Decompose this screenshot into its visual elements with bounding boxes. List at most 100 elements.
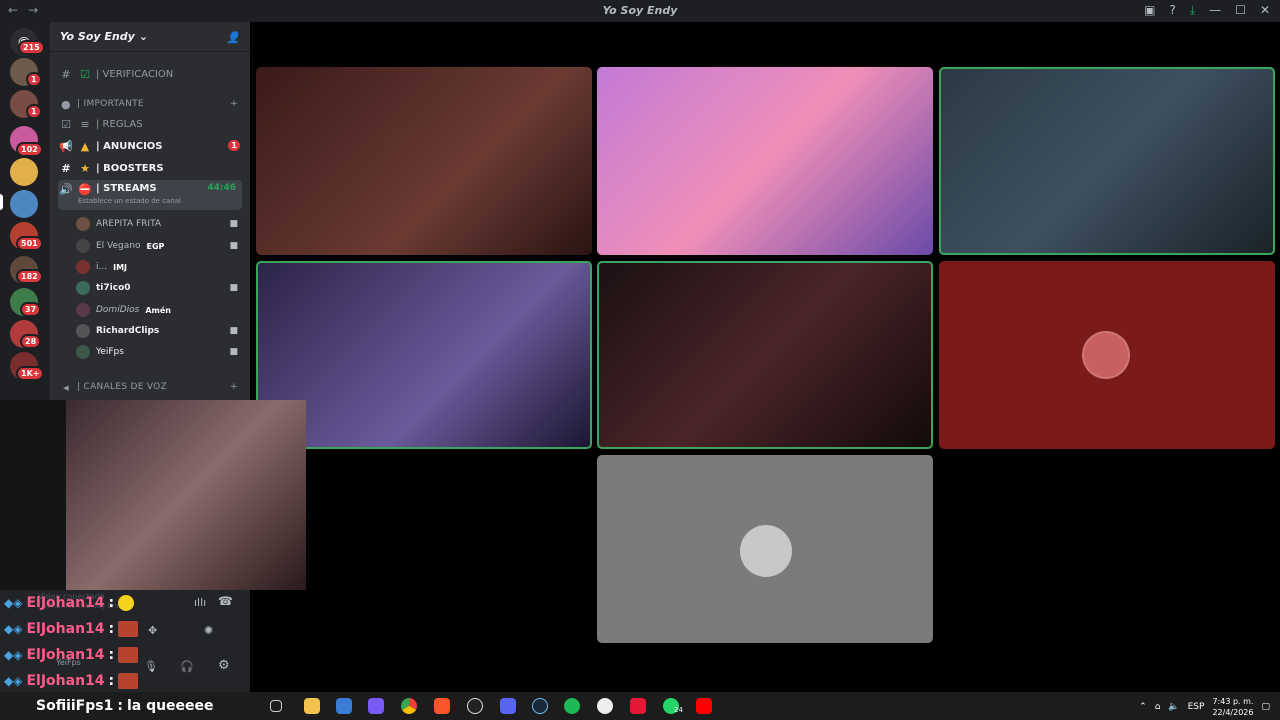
spotify-icon[interactable] (564, 698, 580, 714)
avatar (76, 217, 90, 231)
channel-reglas[interactable]: ☑ ≡ | REGLAS (58, 114, 242, 134)
chevron-up-icon[interactable]: ⌃ (1139, 702, 1147, 712)
mention-badge: 215 (18, 40, 45, 55)
inbox-icon[interactable]: ▣ (1144, 3, 1155, 18)
chat-separator: : (108, 647, 115, 663)
avatar (76, 345, 90, 359)
chat-line: ◆◈ ElJohan14: (4, 618, 139, 640)
app-icon[interactable] (630, 698, 646, 714)
add-channel-icon[interactable]: + (230, 99, 238, 109)
avatar-tile[interactable] (939, 261, 1275, 449)
chat-username: ElJohan14 (26, 621, 105, 637)
clock-date: 22/4/2026 (1212, 708, 1254, 717)
video-tile-speaking[interactable] (256, 261, 592, 449)
emote-icon (118, 621, 139, 637)
settings-gear-icon[interactable]: ⚙ (218, 658, 230, 673)
headphones-icon[interactable]: 🎧 (180, 660, 194, 673)
chat-message: la queeeee (126, 698, 214, 714)
chat-username: ElJohan14 (26, 595, 105, 611)
brave-icon[interactable] (434, 698, 450, 714)
chat-separator: : (108, 595, 115, 611)
emote-icon (118, 647, 139, 663)
channel-anuncios[interactable]: 📢 ▲ | ANUNCIOS 1 (58, 136, 242, 156)
windows-taskbar: SofiiiFps1: la queeeee 24 ⌃ ⌂ 🔈 ESP 7:43 … (0, 692, 1280, 720)
voice-member[interactable]: i... IMJ (76, 257, 242, 277)
megaphone-icon: 📢 (59, 139, 73, 153)
noise-suppression-icon[interactable]: ıllı (194, 596, 206, 609)
avatar (76, 260, 90, 274)
member-name: YeiFps (96, 347, 124, 357)
chrome-icon[interactable] (401, 698, 417, 714)
task-view-icon[interactable] (270, 700, 282, 712)
app-icon[interactable] (597, 698, 613, 714)
camera-icon: ■ (229, 326, 238, 336)
video-tile-speaking[interactable] (939, 67, 1275, 255)
hash-icon: # (61, 67, 71, 81)
notifications-icon[interactable]: ▢ (1261, 702, 1270, 712)
user-avatar (1082, 331, 1130, 379)
chat-separator: : (117, 698, 123, 714)
voice-member[interactable]: ti7ico0 ■ (76, 278, 242, 298)
video-tile[interactable] (597, 67, 933, 255)
book-icon: ≡ (80, 117, 90, 131)
category-importante[interactable]: ● | IMPORTANTE + (58, 94, 242, 114)
minimize-button[interactable]: — (1209, 3, 1221, 18)
category-label: | CANALES DE VOZ (77, 382, 168, 392)
activities-icon[interactable]: ✥ (148, 624, 157, 637)
channel-status[interactable]: Establece un estado de canal (78, 197, 181, 205)
voice-member[interactable]: El Vegano EGP ■ (76, 236, 242, 256)
server-icon-active[interactable] (10, 158, 38, 186)
microphone-icon[interactable]: 🎙 (144, 660, 158, 673)
server-header[interactable]: Yo Soy Endy ⌄ 👤 (50, 22, 250, 52)
category-label: | IMPORTANTE (77, 99, 144, 109)
picture-in-picture-stream[interactable] (0, 400, 306, 590)
store-icon[interactable] (336, 698, 352, 714)
maximize-button[interactable]: ☐ (1235, 3, 1246, 18)
video-tile[interactable] (256, 67, 592, 255)
avatar-tile[interactable] (597, 455, 933, 643)
video-tile-speaking[interactable] (597, 261, 933, 449)
help-icon[interactable]: ? (1169, 3, 1175, 18)
voice-member[interactable]: RichardClips ■ (76, 321, 242, 341)
channel-boosters[interactable]: # ★ | BOOSTERS (58, 158, 242, 178)
channel-streams[interactable]: 🔊 ⛔ | STREAMS 44:46 Establece un estado … (58, 180, 242, 210)
category-canales-de-voz[interactable]: ◂ | CANALES DE VOZ + (58, 377, 242, 397)
language-indicator[interactable]: ESP (1188, 702, 1205, 712)
window-title: Yo Soy Endy (602, 4, 678, 17)
server-icon[interactable] (10, 190, 38, 218)
channel-verificacion[interactable]: # ☑ | VERIFICACION (58, 64, 242, 84)
mention-badge: 1 (26, 72, 42, 87)
whatsapp-badge: 24 (674, 706, 683, 714)
voice-member[interactable]: DomiDios Amén (76, 300, 242, 320)
cube-badge-icon: ◆◈ (4, 622, 23, 636)
discord-icon[interactable] (500, 698, 516, 714)
youtube-icon[interactable] (696, 698, 712, 714)
star-icon: ★ (80, 161, 90, 175)
app-icon[interactable] (368, 698, 384, 714)
steam-icon[interactable] (532, 698, 548, 714)
clock[interactable]: 7:43 p. m. 22/4/2026 (1212, 696, 1253, 718)
network-icon[interactable]: ⌂ (1155, 702, 1161, 712)
server-name: Yo Soy Endy (60, 30, 135, 43)
add-user-icon[interactable]: 👤 (226, 31, 240, 44)
file-explorer-icon[interactable] (304, 698, 320, 714)
obs-icon[interactable] (467, 698, 483, 714)
camera-icon: ■ (229, 347, 238, 357)
voice-member[interactable]: AREPITA FRITA ■ (76, 214, 242, 234)
hash-icon: # (61, 161, 71, 175)
close-button[interactable]: ✕ (1260, 3, 1270, 18)
active-pill (0, 194, 3, 210)
member-tag: IMJ (113, 262, 128, 272)
voice-member[interactable]: YeiFps ■ (76, 342, 242, 362)
soundboard-icon[interactable]: ✺ (204, 624, 213, 637)
cube-badge-icon: ◆◈ (4, 596, 23, 610)
no-entry-icon: ⛔ (78, 183, 92, 196)
download-icon[interactable]: ⤓ (1190, 3, 1195, 18)
chat-line: ◆◈ ElJohan14: (4, 644, 139, 666)
member-name: DomiDios (96, 305, 140, 315)
avatar (76, 239, 90, 253)
disconnect-icon[interactable]: ☎ (218, 594, 233, 608)
channel-label: | STREAMS (96, 183, 157, 194)
add-channel-icon[interactable]: + (230, 382, 238, 392)
volume-icon[interactable]: 🔈 (1168, 702, 1179, 712)
